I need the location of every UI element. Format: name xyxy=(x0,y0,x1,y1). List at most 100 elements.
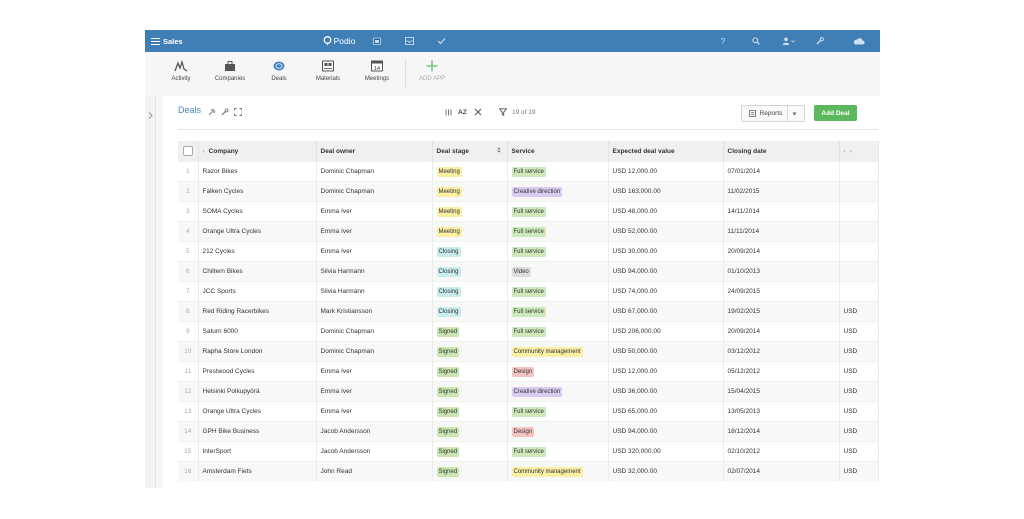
workspace-name[interactable]: Sales xyxy=(163,30,193,52)
cell-deal-stage[interactable]: Meeting xyxy=(432,181,508,202)
cell-service[interactable]: Full service xyxy=(507,201,609,222)
check-icon[interactable] xyxy=(434,30,448,52)
cell-closing-date[interactable]: 20/09/2014 xyxy=(723,241,840,262)
cell-deal-owner[interactable]: Mark Kristiansson xyxy=(316,301,433,322)
cell-deal-stage[interactable]: Meeting xyxy=(432,201,508,222)
cell-deal-stage[interactable]: Closing xyxy=(432,261,508,282)
cell-overflow[interactable]: USD xyxy=(839,381,879,402)
cell-closing-date[interactable]: 07/01/2014 xyxy=(723,161,840,182)
cell-closing-date[interactable]: 24/09/2015 xyxy=(723,281,840,302)
cell-deal-owner[interactable]: Dominic Chapman xyxy=(316,161,433,182)
cell-service[interactable]: Design xyxy=(507,421,609,442)
cell-company[interactable]: JCC Sports xyxy=(198,281,317,302)
cell-overflow[interactable]: USD xyxy=(839,361,879,382)
cell-deal-owner[interactable]: Silvia Harmann xyxy=(316,281,433,302)
cell-deal-stage[interactable]: Signed xyxy=(432,461,508,481)
table-row[interactable]: 6 Chiltern Bikes Silvia Harmann Closing Vide… xyxy=(178,261,879,282)
table-row[interactable]: 1 Razor Bikes Dominic Chapman Meeting Full s… xyxy=(178,161,879,182)
app-deals[interactable]: Deals xyxy=(255,60,303,82)
table-row[interactable]: 3 SOMA Cycles Emma Iver Meeting Full service… xyxy=(178,201,879,222)
cell-overflow[interactable]: USD xyxy=(839,401,879,422)
cell-overflow[interactable] xyxy=(839,161,879,182)
sort-caret-icon[interactable] xyxy=(496,147,501,155)
cell-closing-date[interactable]: 02/07/2014 xyxy=(723,461,840,481)
cell-company[interactable]: SOMA Cycles xyxy=(198,201,317,222)
column-service[interactable]: Service xyxy=(507,141,609,162)
cell-deal-stage[interactable]: Signed xyxy=(432,381,508,402)
wrench-icon[interactable] xyxy=(221,108,229,116)
cell-deal-owner[interactable]: Emma Iver xyxy=(316,221,433,242)
cell-service[interactable]: Creative direction xyxy=(507,381,609,402)
cell-deal-owner[interactable]: Emma Iver xyxy=(316,381,433,402)
cell-expected-deal-value[interactable]: USD 52,000.00 xyxy=(608,221,724,242)
help-icon[interactable]: ? xyxy=(717,30,729,52)
cell-overflow[interactable]: USD xyxy=(839,321,879,342)
search-icon[interactable] xyxy=(749,30,763,52)
cell-company[interactable]: Razor Bikes xyxy=(198,161,317,182)
cell-closing-date[interactable]: 14/11/2014 xyxy=(723,201,840,222)
cell-overflow[interactable] xyxy=(839,201,879,222)
cell-expected-deal-value[interactable]: USD 163,000.00 xyxy=(608,181,724,202)
cell-deal-owner[interactable]: Emma Iver xyxy=(316,401,433,422)
cell-closing-date[interactable]: 03/12/2012 xyxy=(723,341,840,362)
cell-company[interactable]: 212 Cycles xyxy=(198,241,317,262)
app-companies[interactable]: Companies xyxy=(206,60,254,82)
cell-service[interactable]: Community management xyxy=(507,461,609,481)
reports-button[interactable]: Reports xyxy=(741,105,805,122)
table-row[interactable]: 13 Orange Ultra Cycles Emma Iver Signed Full… xyxy=(178,401,879,422)
table-row[interactable]: 16 Amsterdam Fiets John Read Signed Communit… xyxy=(178,461,879,481)
cell-deal-stage[interactable]: Signed xyxy=(432,401,508,422)
column-scroll[interactable]: ‹ › xyxy=(839,141,879,162)
cell-deal-stage[interactable]: Signed xyxy=(432,361,508,382)
cell-deal-owner[interactable]: Silvia Harmann xyxy=(316,261,433,282)
cell-company[interactable]: Orange Ultra Cycles xyxy=(198,221,317,242)
cell-expected-deal-value[interactable]: USD 32,000.00 xyxy=(608,461,724,481)
select-all-checkbox[interactable] xyxy=(178,141,199,162)
table-row[interactable]: 11 Prestwood Cycles Emma Iver Signed Design U… xyxy=(178,361,879,382)
cell-deal-owner[interactable]: Jacob Andersson xyxy=(316,441,433,462)
cell-deal-stage[interactable]: Signed xyxy=(432,421,508,442)
column-expected-deal-value[interactable]: Expected deal value xyxy=(608,141,724,162)
cell-expected-deal-value[interactable]: USD 36,000.00 xyxy=(608,381,724,402)
fullscreen-icon[interactable] xyxy=(234,108,242,116)
cell-deal-owner[interactable]: Dominic Chapman xyxy=(316,321,433,342)
app-meetings[interactable]: 14 Meetings xyxy=(353,60,401,82)
table-row[interactable]: 2 Falken Cycles Dominic Chapman Meeting Crea… xyxy=(178,181,879,202)
cell-service[interactable]: Community management xyxy=(507,341,609,362)
app-materials[interactable]: Materials xyxy=(304,60,352,82)
cell-expected-deal-value[interactable]: USD 94,000.00 xyxy=(608,261,724,282)
chevron-left-icon[interactable]: ‹ xyxy=(844,148,846,155)
cell-deal-owner[interactable]: Dominic Chapman xyxy=(316,341,433,362)
cell-company[interactable]: Chiltern Bikes xyxy=(198,261,317,282)
pin-tool-icon[interactable] xyxy=(208,108,216,116)
cell-overflow[interactable] xyxy=(839,281,879,302)
cell-service[interactable]: Full service xyxy=(507,241,609,262)
cell-deal-owner[interactable]: Dominic Chapman xyxy=(316,181,433,202)
cell-expected-deal-value[interactable]: USD 320,000.00 xyxy=(608,441,724,462)
cell-closing-date[interactable]: 02/10/2012 xyxy=(723,441,840,462)
app-activity[interactable]: Activity xyxy=(157,60,205,82)
cell-deal-stage[interactable]: Closing xyxy=(432,301,508,322)
menu-icon[interactable] xyxy=(149,30,161,52)
cell-overflow[interactable] xyxy=(839,241,879,262)
cell-expected-deal-value[interactable]: USD 12,000.00 xyxy=(608,161,724,182)
cell-deal-owner[interactable]: Emma Iver xyxy=(316,361,433,382)
cell-closing-date[interactable]: 19/02/2015 xyxy=(723,301,840,322)
table-row[interactable]: 14 GPH Bike Business Jacob Andersson Signed… xyxy=(178,421,879,442)
cell-service[interactable]: Design xyxy=(507,361,609,382)
podio-logo[interactable]: Podio xyxy=(317,30,361,52)
table-row[interactable]: 9 Saturn 6000 Dominic Chapman Signed Full se… xyxy=(178,321,879,342)
table-row[interactable]: 7 JCC Sports Silvia Harmann Closing Full ser… xyxy=(178,281,879,302)
column-closing-date[interactable]: Closing date xyxy=(723,141,840,162)
cell-deal-owner[interactable]: Emma Iver xyxy=(316,241,433,262)
cell-service[interactable]: Creative direction xyxy=(507,181,609,202)
add-deal-button[interactable]: Add Deal xyxy=(814,105,857,121)
cell-deal-stage[interactable]: Signed xyxy=(432,441,508,462)
cell-closing-date[interactable]: 05/12/2012 xyxy=(723,361,840,382)
cell-company[interactable]: Red Riding Racerbikes xyxy=(198,301,317,322)
cell-expected-deal-value[interactable]: USD 65,000.00 xyxy=(608,401,724,422)
cell-expected-deal-value[interactable]: USD 206,000.00 xyxy=(608,321,724,342)
tools-icon[interactable] xyxy=(813,30,827,52)
cell-expected-deal-value[interactable]: USD 67,000.00 xyxy=(608,301,724,322)
tools-cross-icon[interactable] xyxy=(474,108,482,116)
